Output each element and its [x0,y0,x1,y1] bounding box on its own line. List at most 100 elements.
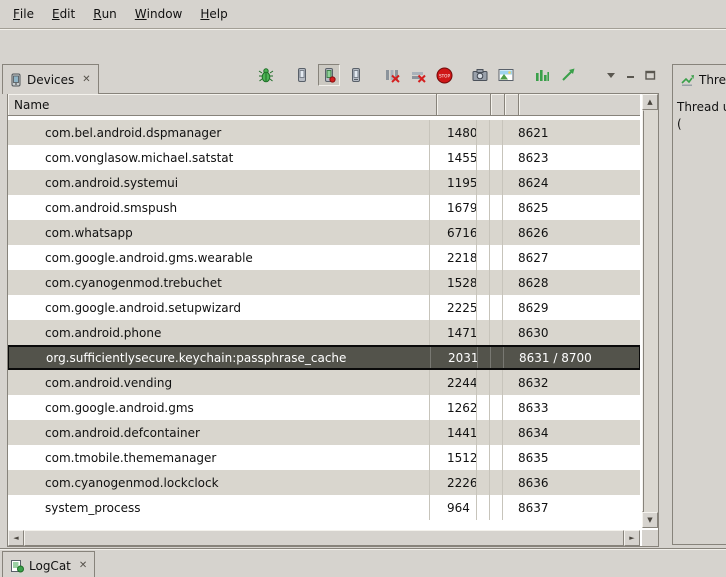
table-row[interactable]: com.android.vending224408632 [8,370,640,395]
indicator-cell [477,445,490,470]
process-name-cell: com.google.android.gms [8,395,430,420]
port-cell: 8621 [503,120,640,145]
tab-devices-label: Devices [27,73,74,87]
column-header-indicator[interactable] [491,94,505,116]
process-name-cell: com.whatsapp [8,220,430,245]
scroll-up-button[interactable]: ▲ [642,94,658,110]
menu-window[interactable]: Window [126,0,192,28]
indicator-cell [490,220,503,245]
debug-bug-icon[interactable] [256,65,276,85]
process-name-cell: com.android.phone [8,320,430,345]
table-row[interactable]: com.vonglasow.michael.satstat145538623 [8,145,640,170]
update-heap-icon[interactable] [292,65,312,85]
port-cell: 8630 [503,320,640,345]
tab-devices[interactable]: Devices ✕ [2,64,99,94]
pid-cell: 1679 [430,195,477,220]
indicator-cell [490,295,503,320]
minimize-icon[interactable] [623,65,638,85]
table-row[interactable]: com.google.android.gms126238633 [8,395,640,420]
table-row[interactable]: com.android.systemui11958624 [8,170,640,195]
column-header-pid[interactable] [437,94,491,116]
table-row[interactable]: com.tmobile.thememanager15128635 [8,445,640,470]
process-name-cell: system_process [8,495,430,520]
process-name-cell: org.sufficientlysecure.keychain:passphra… [9,347,431,368]
scroll-left-button[interactable]: ◄ [8,530,24,546]
horizontal-scrollbar-thumb[interactable] [24,530,624,546]
horizontal-scrollbar[interactable]: ◄ ► [8,530,640,546]
scroll-down-icon: ▼ [647,516,652,524]
logcat-icon [10,559,24,573]
method-profiling-icon[interactable] [408,65,428,85]
table-row[interactable]: com.bel.android.dspmanager14808621 [8,120,640,145]
port-cell: 8627 [503,245,640,270]
device-phone-icon [10,73,22,87]
vertical-scrollbar-thumb[interactable] [642,110,644,512]
devices-toolbar: STOP [250,64,658,86]
pid-cell: 6716 [430,220,477,245]
table-row[interactable]: com.android.defcontainer144118634 [8,420,640,445]
table-row[interactable]: org.sufficientlysecure.keychain:passphra… [8,345,640,370]
port-cell: 8636 [503,470,640,495]
process-name-cell: com.android.vending [8,370,430,395]
port-cell: 8629 [503,295,640,320]
menu-run[interactable]: Run [84,0,126,28]
logcat-panel: LogCat ✕ [0,548,726,577]
view-menu-caret-icon[interactable] [603,65,618,85]
screen-record-image-icon[interactable] [496,65,516,85]
scroll-right-button[interactable]: ► [624,530,640,546]
process-name-cell: com.tmobile.thememanager [8,445,430,470]
table-row[interactable]: com.google.android.gms.wearable22185 8627 [8,245,640,270]
menu-file[interactable]: File [4,0,43,28]
screen-capture-camera-icon[interactable] [470,65,490,85]
indicator-cell [477,370,490,395]
indicator-cell [490,395,503,420]
column-header-port[interactable] [519,94,640,116]
column-header-name[interactable]: Name [8,94,437,116]
table-row[interactable]: com.android.phone14718630 [8,320,640,345]
threads-message-line1: Thread up [677,99,723,116]
close-icon[interactable]: ✕ [79,561,87,571]
process-name-cell: com.google.android.gms.wearable [8,245,430,270]
threads-icon [680,73,694,87]
pid-cell: 22185 [430,245,477,270]
devices-panel: Devices ✕ [0,60,667,545]
process-name-cell: com.vonglasow.michael.satstat [8,145,430,170]
tab-threads[interactable]: Threads [672,64,726,94]
indicator-cell [490,420,503,445]
svg-text:STOP: STOP [438,73,450,78]
indicator-cell [477,245,490,270]
indicator-cell [490,170,503,195]
table-row[interactable]: com.android.smspush16798625 [8,195,640,220]
table-row[interactable]: com.cyanogenmod.lockclock222658636 [8,470,640,495]
update-threads-icon[interactable] [382,65,402,85]
stop-process-icon[interactable]: STOP [434,65,454,85]
table-row[interactable]: com.google.android.setupwizard222508629 [8,295,640,320]
threads-view: Thread up ( [672,93,726,545]
table-row[interactable]: com.whatsapp67168626 [8,220,640,245]
threads-tabs-row: Threads [670,60,726,93]
menu-edit[interactable]: Edit [43,0,84,28]
indicator-cell [490,120,503,145]
pid-cell: 1512 [430,445,477,470]
indicator-cell [477,420,490,445]
maximize-icon[interactable] [643,65,658,85]
close-icon[interactable]: ✕ [82,75,90,85]
table-row[interactable]: com.cyanogenmod.trebuchet15288628 [8,270,640,295]
indicator-cell [477,270,490,295]
scroll-down-button[interactable]: ▼ [642,512,658,528]
column-header-indicator[interactable] [505,94,519,116]
dump-hprof-icon[interactable] [318,64,340,86]
menu-help[interactable]: Help [191,0,236,28]
indicator-cell [477,220,490,245]
green-arrow-icon[interactable] [558,65,578,85]
tab-logcat[interactable]: LogCat ✕ [2,551,95,577]
pid-cell: 22250 [430,295,477,320]
pid-cell: 964 [430,495,477,520]
vertical-scrollbar[interactable]: ▲ ▼ [642,94,658,528]
table-row[interactable]: system_process9648637 [8,495,640,520]
scroll-up-icon: ▲ [647,98,652,106]
indicator-cell [491,347,504,368]
sysinfo-bars-icon[interactable] [532,65,552,85]
cause-gc-icon[interactable] [346,65,366,85]
indicator-cell [490,445,503,470]
